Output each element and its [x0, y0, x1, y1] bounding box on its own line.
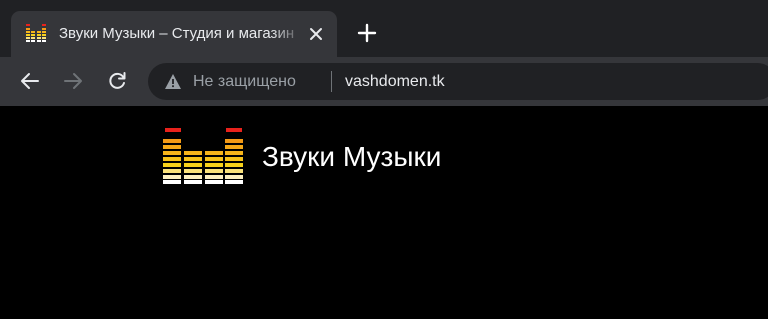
- active-tab[interactable]: Звуки Музыки – Студия и магазин: [11, 11, 337, 57]
- equalizer-icon: [26, 24, 46, 42]
- browser-toolbar: Не защищено vashdomen.tk: [0, 57, 768, 106]
- tab-strip: Звуки Музыки – Студия и магазин: [0, 0, 768, 57]
- security-label[interactable]: Не защищено: [193, 71, 296, 92]
- arrow-left-icon[interactable]: [19, 70, 41, 92]
- page-content: Звуки Музыки: [0, 106, 768, 319]
- site-title[interactable]: Звуки Музыки: [262, 141, 441, 173]
- address-bar[interactable]: Не защищено vashdomen.tk: [148, 63, 768, 100]
- omnibox-divider: [331, 71, 332, 92]
- reload-icon[interactable]: [106, 70, 128, 92]
- plus-icon[interactable]: [356, 22, 378, 44]
- warning-icon[interactable]: [164, 73, 182, 90]
- equalizer-icon[interactable]: [163, 128, 243, 184]
- url-text[interactable]: vashdomen.tk: [345, 71, 445, 92]
- close-icon[interactable]: [307, 25, 325, 43]
- tab-title: Звуки Музыки – Студия и магазин: [59, 25, 295, 42]
- arrow-right-icon[interactable]: [62, 70, 84, 92]
